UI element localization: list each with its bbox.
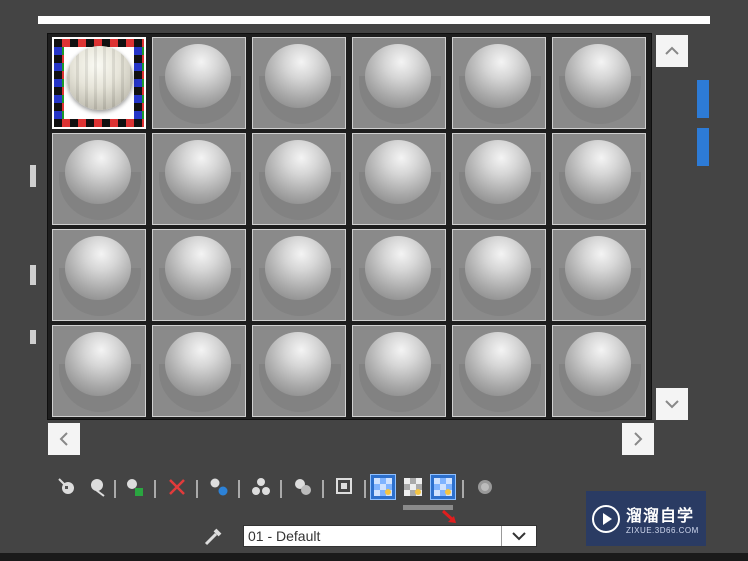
material-preview-sphere (465, 140, 531, 204)
material-id-channel-icon (295, 479, 311, 495)
material-preview-sphere (465, 236, 531, 300)
scroll-left-button[interactable] (48, 423, 80, 455)
make-unique-icon (210, 478, 228, 496)
put-to-scene-button[interactable] (84, 474, 110, 500)
material-name-dropdown[interactable]: 01 - Default (243, 525, 537, 547)
material-slot[interactable] (452, 133, 546, 225)
material-preview-sphere (265, 140, 331, 204)
material-slot[interactable] (552, 37, 646, 129)
material-preview-sphere (565, 236, 631, 300)
go-to-parent-icon (478, 480, 492, 494)
material-name-value: 01 - Default (248, 528, 321, 544)
chevron-down-icon (665, 400, 679, 409)
material-slot-active[interactable] (52, 37, 146, 129)
assign-to-selection-icon (127, 479, 143, 496)
show-background-flyout-icon (404, 478, 422, 496)
material-slot[interactable] (252, 229, 346, 321)
material-preview-sphere (365, 140, 431, 204)
material-slot[interactable] (152, 37, 246, 129)
material-preview-sphere (465, 44, 531, 108)
material-slot[interactable] (52, 229, 146, 321)
watermark-title: 溜溜自学 (626, 506, 695, 525)
chevron-right-icon (634, 432, 643, 446)
material-preview-sphere (165, 332, 231, 396)
red-arrow-pointer-icon (441, 509, 456, 523)
scroll-down-button[interactable] (656, 388, 688, 420)
material-slot[interactable] (152, 325, 246, 417)
material-slot[interactable] (452, 37, 546, 129)
material-preview-sphere (65, 140, 131, 204)
material-slot[interactable] (152, 133, 246, 225)
material-preview-sphere (265, 44, 331, 108)
material-preview-sphere (565, 140, 631, 204)
show-background-flyout-icon-2 (434, 478, 452, 496)
get-material-icon (58, 478, 74, 494)
material-preview-sphere (565, 332, 631, 396)
show-shaded-material-button[interactable] (332, 474, 358, 500)
show-background-button[interactable] (370, 474, 396, 500)
watermark-subtitle: ZIXUE.3D66.COM (626, 526, 699, 535)
play-logo-icon (592, 504, 620, 533)
material-preview-sphere (565, 44, 631, 108)
side-panel-tab[interactable] (697, 80, 709, 118)
material-slot[interactable] (552, 133, 646, 225)
material-slot[interactable] (552, 229, 646, 321)
material-slot[interactable] (352, 37, 446, 129)
make-unique-button[interactable] (206, 474, 232, 500)
material-slot[interactable] (252, 133, 346, 225)
material-slot[interactable] (52, 133, 146, 225)
put-to-scene-icon (91, 479, 105, 497)
go-to-parent-button[interactable] (472, 474, 498, 500)
material-preview-sphere (165, 140, 231, 204)
material-preview-sphere (265, 236, 331, 300)
material-slot[interactable] (252, 325, 346, 417)
chevron-up-icon (665, 46, 679, 55)
material-id-channel-button[interactable] (290, 474, 316, 500)
assign-to-selection-button[interactable] (122, 474, 148, 500)
material-preview-sphere (365, 332, 431, 396)
material-preview-sphere (65, 236, 131, 300)
bottom-strip (0, 553, 748, 561)
show-end-result-icon (374, 478, 392, 496)
side-panel-tab-2[interactable] (697, 128, 709, 166)
material-preview-sphere (165, 236, 231, 300)
material-preview-sphere (365, 44, 431, 108)
material-preview-sphere (67, 46, 133, 110)
chevron-down-icon (512, 531, 526, 540)
reset-map-button[interactable] (164, 474, 190, 500)
material-slot[interactable] (52, 325, 146, 417)
material-slot[interactable] (352, 325, 446, 417)
material-preview-sphere (265, 332, 331, 396)
put-to-library-button[interactable] (248, 474, 274, 500)
material-preview-sphere (65, 332, 131, 396)
put-to-library-icon (252, 478, 270, 495)
sample-slots-panel (47, 33, 652, 420)
show-background-flyout-button-2[interactable] (430, 474, 456, 500)
material-slot[interactable] (352, 133, 446, 225)
material-preview-sphere (465, 332, 531, 396)
material-slot[interactable] (552, 325, 646, 417)
chevron-left-icon (59, 432, 68, 446)
scroll-right-button[interactable] (622, 423, 654, 455)
left-edge-marks (30, 165, 38, 365)
material-preview-sphere (165, 44, 231, 108)
material-slot[interactable] (452, 325, 546, 417)
material-slot[interactable] (252, 37, 346, 129)
eyedropper-icon[interactable] (200, 524, 226, 550)
dropdown-arrow[interactable] (501, 526, 536, 546)
show-shaded-material-icon (336, 478, 352, 494)
material-slot[interactable] (152, 229, 246, 321)
get-material-button[interactable] (54, 474, 80, 500)
material-slot[interactable] (452, 229, 546, 321)
watermark: 溜溜自学 ZIXUE.3D66.COM (586, 491, 706, 546)
reset-map-icon (169, 479, 185, 495)
show-background-flyout-button[interactable] (400, 474, 426, 500)
material-preview-sphere (365, 236, 431, 300)
scroll-up-button[interactable] (656, 35, 688, 67)
top-strip (38, 16, 710, 24)
material-slot[interactable] (352, 229, 446, 321)
